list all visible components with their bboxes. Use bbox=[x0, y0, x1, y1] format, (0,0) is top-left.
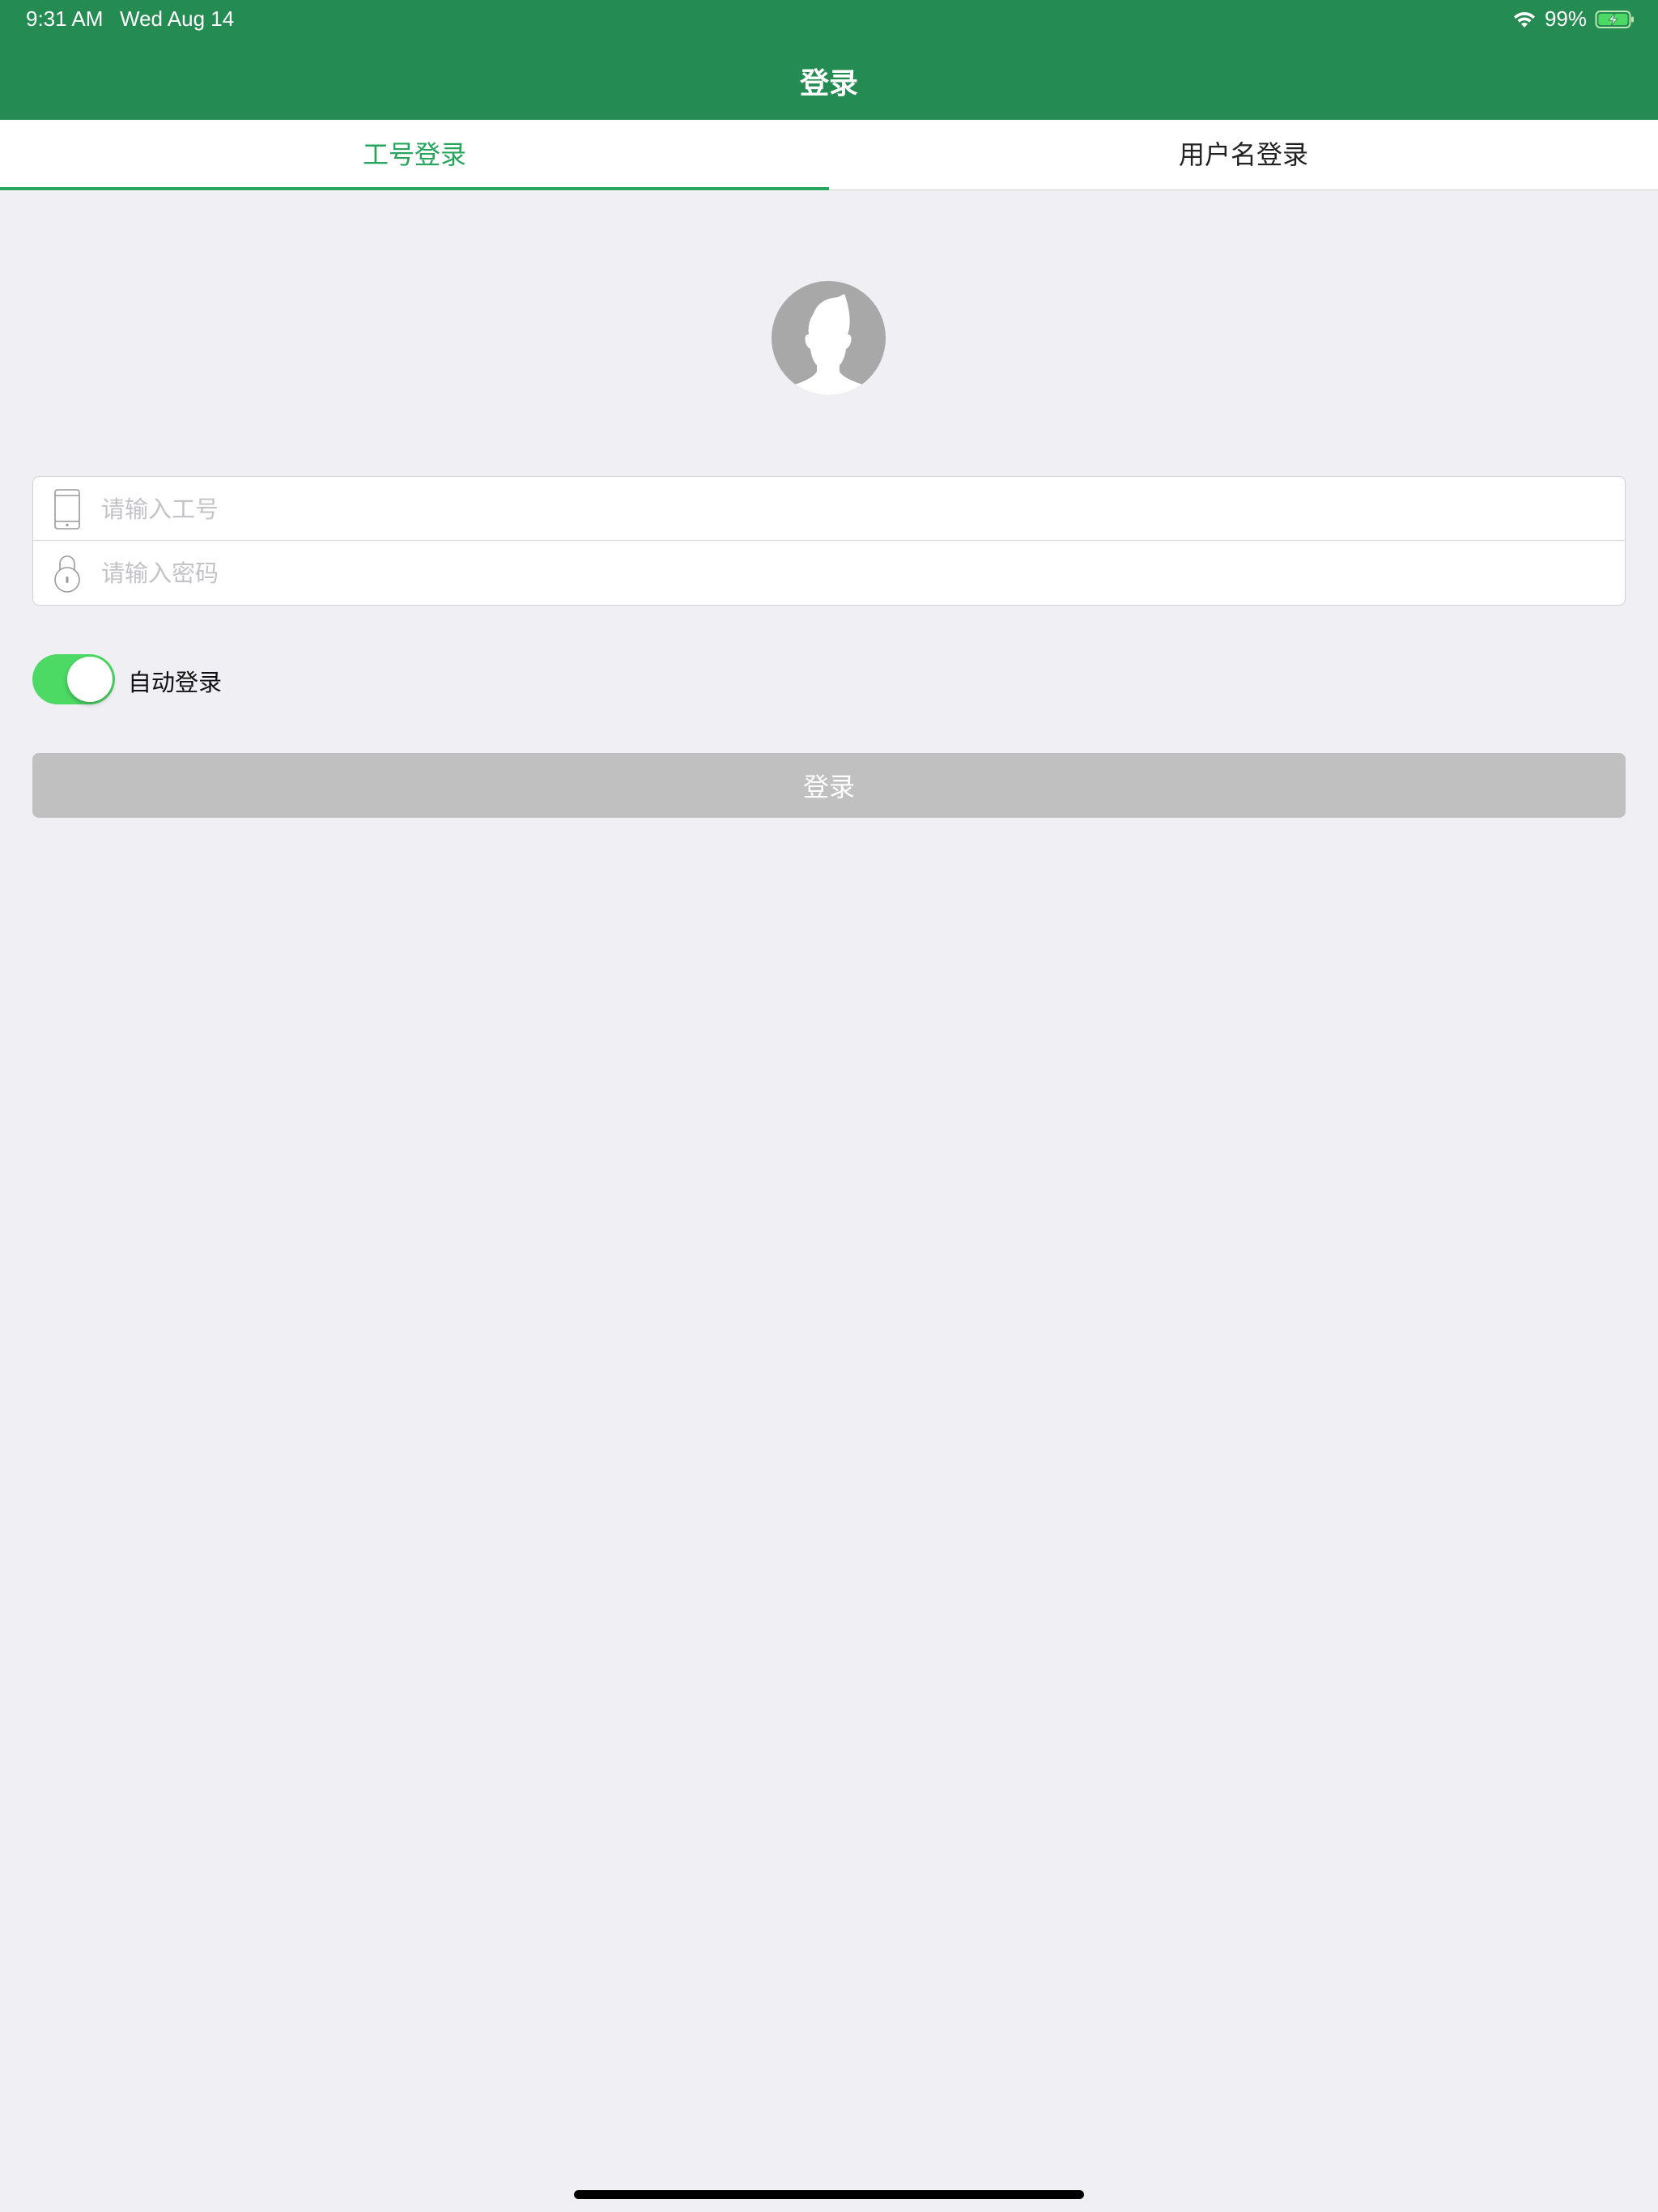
login-tabs: 工号登录 用户名登录 bbox=[0, 120, 1658, 190]
password-row bbox=[33, 541, 1625, 605]
page-title: 登录 bbox=[799, 67, 858, 100]
navigation-bar: 登录 bbox=[0, 39, 1658, 120]
status-time: 9:31 AM bbox=[26, 6, 104, 31]
password-input[interactable] bbox=[100, 541, 1609, 605]
auto-login-label: 自动登录 bbox=[128, 669, 223, 696]
battery-charging-icon bbox=[1595, 10, 1635, 29]
employee-id-input[interactable] bbox=[100, 477, 1609, 541]
lock-icon bbox=[53, 552, 82, 594]
login-form bbox=[32, 476, 1626, 606]
phone-icon bbox=[53, 488, 82, 530]
home-indicator bbox=[574, 2190, 1084, 2199]
wifi-icon bbox=[1512, 10, 1537, 29]
status-bar: 9:31 AM Wed Aug 14 99% bbox=[0, 0, 1658, 39]
employee-id-row bbox=[33, 477, 1625, 541]
tab-employee-id-login[interactable]: 工号登录 bbox=[0, 120, 829, 190]
status-indicators: 99% bbox=[1512, 6, 1635, 32]
tab-username-login[interactable]: 用户名登录 bbox=[829, 120, 1658, 190]
auto-login-toggle[interactable] bbox=[32, 654, 115, 704]
battery-percent: 99% bbox=[1544, 6, 1587, 31]
toggle-knob bbox=[67, 657, 113, 702]
active-tab-indicator bbox=[0, 187, 829, 190]
login-button[interactable]: 登录 bbox=[32, 753, 1626, 818]
user-silhouette-icon bbox=[772, 281, 886, 395]
status-date: Wed Aug 14 bbox=[120, 6, 235, 31]
